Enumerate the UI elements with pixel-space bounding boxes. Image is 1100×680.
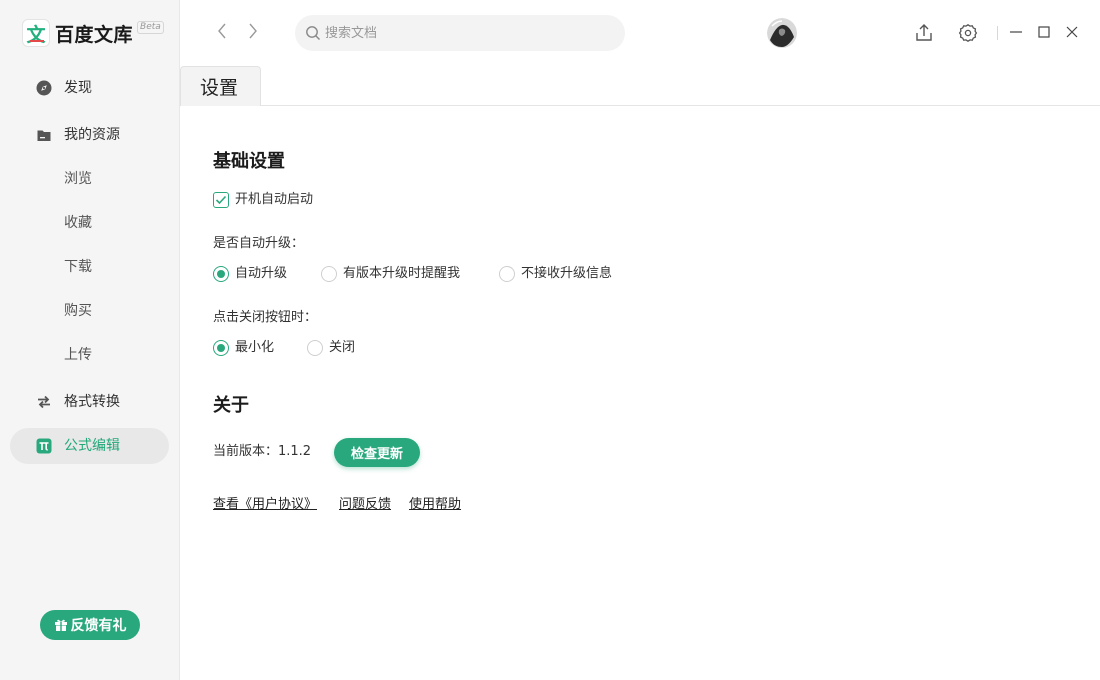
search-box[interactable]	[295, 15, 625, 51]
current-version: 当前版本：1.1.2	[213, 444, 312, 459]
radio-label[interactable]: 有版本升级时提醒我	[343, 266, 460, 282]
search-icon	[306, 26, 320, 40]
tab-settings[interactable]: 设置	[180, 66, 261, 106]
close-icon[interactable]	[1065, 25, 1079, 39]
sidebar-subitem-downloads[interactable]: 下载	[64, 258, 92, 276]
autostart-checkbox[interactable]	[213, 192, 229, 208]
wenku-logo-icon: 文	[22, 19, 50, 47]
help-link[interactable]: 使用帮助	[409, 497, 461, 513]
sidebar-subitem-uploads[interactable]: 上传	[64, 346, 92, 364]
radio-notify-upgrade[interactable]	[321, 266, 337, 282]
sidebar: 文 百度文库 Beta 发现 我的资源 浏览 收藏 下载 购买 上传 格式转换 …	[0, 0, 180, 680]
sidebar-item-my-resources[interactable]: 我的资源	[10, 117, 169, 153]
tab-label: 设置	[200, 77, 239, 99]
tab-strip-border	[180, 105, 1100, 106]
app-logo[interactable]: 文 百度文库 Beta	[22, 19, 164, 47]
toolbar-divider	[997, 26, 998, 40]
radio-label[interactable]: 最小化	[235, 340, 274, 356]
radio-minimize[interactable]	[213, 340, 229, 356]
autostart-label[interactable]: 开机自动启动	[235, 192, 313, 208]
sidebar-item-format-convert[interactable]: 格式转换	[10, 384, 169, 420]
user-avatar[interactable]	[767, 18, 797, 48]
feedback-gift-button[interactable]: 反馈有礼	[40, 610, 140, 640]
radio-auto-upgrade[interactable]	[213, 266, 229, 282]
gear-icon[interactable]	[958, 23, 978, 43]
checkmark-icon	[215, 195, 227, 205]
sidebar-item-label: 格式转换	[64, 394, 120, 410]
forward-arrow-icon[interactable]	[245, 22, 261, 40]
about-title: 关于	[213, 395, 249, 416]
app-window: 文 百度文库 Beta 发现 我的资源 浏览 收藏 下载 购买 上传 格式转换 …	[0, 0, 1100, 680]
radio-label[interactable]: 关闭	[329, 340, 355, 356]
close-question-label: 点击关闭按钮时：	[213, 310, 318, 325]
radio-close[interactable]	[307, 340, 323, 356]
radio-no-upgrade[interactable]	[499, 266, 515, 282]
feedback-button-label: 反馈有礼	[70, 618, 127, 634]
share-upload-icon[interactable]	[914, 23, 934, 43]
sidebar-item-label: 我的资源	[64, 127, 120, 143]
user-agreement-link[interactable]: 查看《用户协议》	[213, 497, 317, 513]
sidebar-subitem-purchases[interactable]: 购买	[64, 302, 92, 320]
minimize-icon[interactable]	[1009, 25, 1023, 39]
feedback-link[interactable]: 问题反馈	[339, 497, 391, 513]
basic-settings-title: 基础设置	[213, 151, 285, 172]
upgrade-question-label: 是否自动升级：	[213, 236, 305, 251]
sidebar-item-label: 发现	[64, 80, 92, 96]
folder-icon	[37, 130, 51, 141]
swap-arrows-icon	[38, 395, 50, 409]
check-update-button[interactable]: 检查更新	[334, 438, 420, 467]
back-arrow-icon[interactable]	[214, 22, 230, 40]
sidebar-item-discover[interactable]: 发现	[10, 70, 169, 106]
sidebar-subitem-browse[interactable]: 浏览	[64, 170, 92, 188]
pi-icon	[36, 438, 52, 454]
radio-label[interactable]: 自动升级	[235, 266, 287, 282]
radio-label[interactable]: 不接收升级信息	[521, 266, 612, 282]
sidebar-item-formula-edit[interactable]: 公式编辑	[10, 428, 169, 464]
app-name: 百度文库	[55, 23, 134, 46]
compass-icon	[36, 80, 52, 96]
sidebar-subitem-favorites[interactable]: 收藏	[64, 214, 92, 232]
beta-badge: Beta	[137, 20, 164, 34]
search-input[interactable]	[325, 23, 605, 43]
sidebar-item-label: 公式编辑	[64, 438, 120, 454]
maximize-icon[interactable]	[1037, 25, 1051, 39]
gift-icon	[54, 619, 67, 631]
